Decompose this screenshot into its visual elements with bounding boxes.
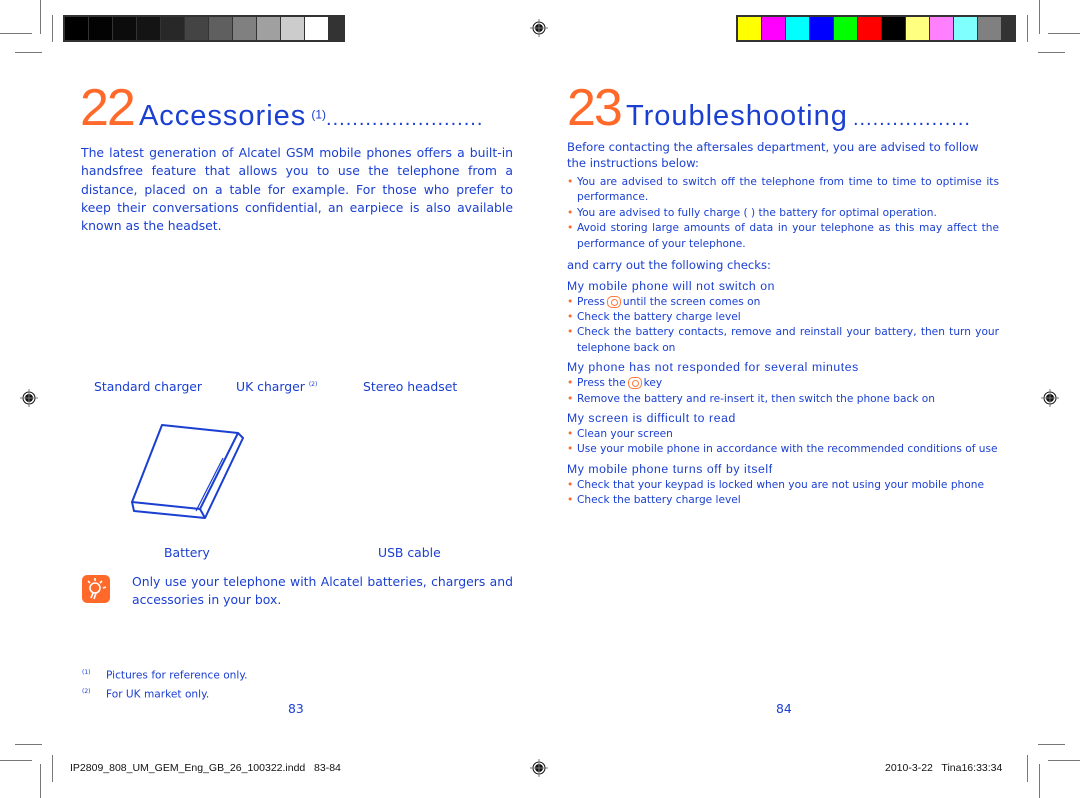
advice-item: You are advised to fully charge ( ) the … (567, 206, 999, 222)
registration-mark-icon (20, 389, 38, 407)
color-swatch (954, 17, 977, 40)
chapter-heading-troubleshooting: 23 Troubleshooting .................. (567, 82, 971, 134)
crop-mark (1038, 744, 1065, 745)
gray-swatch (89, 17, 112, 40)
checks-intro: and carry out the following checks: (567, 258, 771, 273)
check-item: Check the battery charge level (567, 493, 999, 509)
power-key-icon (627, 377, 642, 390)
color-swatch (834, 17, 857, 40)
color-calibration-bar (736, 15, 1016, 42)
crop-mark (1027, 15, 1028, 42)
troubleshooting-section: My screen is difficult to read Clean your… (567, 411, 999, 458)
accessories-intro: The latest generation of Alcatel GSM mob… (81, 145, 513, 234)
crop-mark (52, 755, 53, 782)
registration-mark-icon (530, 759, 548, 777)
crop-mark (15, 744, 42, 745)
gray-swatch (113, 17, 136, 40)
accessory-label-stereo-headset: Stereo headset (363, 379, 458, 394)
troubleshooting-section: My mobile phone will not switch on Pressu… (567, 279, 999, 357)
accessory-label-uk-charger: UK charger (2) (236, 379, 318, 394)
section-title: My phone has not responded for several m… (567, 360, 859, 375)
grayscale-calibration-bar (63, 15, 345, 42)
troubleshooting-section: My mobile phone turns off by itself Check… (567, 462, 999, 509)
crop-mark (15, 52, 42, 53)
footnote: (1) Pictures for reference only. (82, 669, 248, 682)
color-swatch (786, 17, 809, 40)
check-item: Use your mobile phone in accordance with… (567, 442, 999, 458)
gray-swatch (161, 17, 184, 40)
check-item: Check the battery charge level (567, 310, 999, 326)
crop-mark (1038, 52, 1065, 53)
footnotes: (1) Pictures for reference only. (2) For U… (82, 665, 247, 702)
gray-swatch (281, 17, 304, 40)
chapter-footnote-ref: (1) (311, 107, 327, 122)
leader-dots: ........................ (326, 108, 484, 130)
footnote: (2) For UK market only. (82, 687, 210, 701)
color-swatch (978, 17, 1001, 40)
advice-list: You are advised to switch off the teleph… (567, 175, 999, 252)
chapter-number: 22 (80, 79, 136, 137)
crop-mark (1048, 760, 1080, 761)
check-item: Clean your screen (567, 427, 999, 443)
chapter-heading-accessories: 22 Accessories (1)......................… (80, 82, 483, 134)
crop-mark (52, 15, 53, 42)
accessory-label-usb-cable: USB cable (378, 545, 441, 560)
troubleshooting-intro: Before contacting the aftersales departm… (567, 140, 979, 170)
section-title: My mobile phone turns off by itself (567, 461, 773, 476)
crop-mark (40, 764, 41, 798)
slug-filename: IP2809_808_UM_GEM_Eng_GB_26_100322.indd … (70, 762, 341, 774)
battery-illustration (131, 424, 244, 519)
accessory-label-standard-charger: Standard charger (94, 379, 203, 394)
advice-item: You are advised to switch off the teleph… (567, 175, 999, 206)
gray-swatch (185, 17, 208, 40)
leader-dots: .................. (852, 108, 971, 130)
chapter-title: Accessories (138, 100, 307, 132)
color-swatch (906, 17, 929, 40)
accessory-label-battery: Battery (164, 545, 210, 560)
registration-mark-icon (530, 19, 548, 37)
lightbulb-icon (82, 575, 110, 603)
color-swatch (858, 17, 881, 40)
registration-mark-icon (1041, 389, 1059, 407)
check-item: Pressuntil the screen comes on (567, 295, 999, 311)
crop-mark (1027, 755, 1028, 782)
crop-mark (1048, 33, 1080, 34)
check-item: Check that your keypad is locked when yo… (567, 478, 999, 494)
gray-swatch (257, 17, 280, 40)
color-swatch (930, 17, 953, 40)
gray-swatch (137, 17, 160, 40)
advice-item: Avoid storing large amounts of data in y… (567, 221, 999, 252)
power-key-icon (606, 295, 621, 308)
color-swatch (762, 17, 785, 40)
check-item: Remove the battery and re-insert it, the… (567, 392, 999, 408)
color-swatch (738, 17, 761, 40)
gray-swatch (65, 17, 88, 40)
page-number-right: 84 (776, 701, 792, 716)
chapter-title: Troubleshooting (625, 100, 848, 132)
crop-mark (0, 33, 32, 34)
troubleshooting-content: Before contacting the aftersales departm… (567, 140, 999, 513)
troubleshooting-section: My phone has not responded for several m… (567, 360, 999, 407)
section-title: My screen is difficult to read (567, 410, 736, 425)
check-item: Press thekey (567, 376, 999, 392)
gray-swatch (233, 17, 256, 40)
crop-mark (1039, 764, 1040, 798)
troubleshooting-sections: My mobile phone will not switch on Pressu… (567, 279, 999, 509)
accessories-note: Only use your telephone with Alcatel bat… (132, 574, 513, 608)
crop-mark (0, 760, 32, 761)
page-number-left: 83 (288, 701, 304, 716)
color-swatch (810, 17, 833, 40)
gray-swatch (209, 17, 232, 40)
chapter-number: 23 (567, 79, 623, 137)
color-swatch (882, 17, 905, 40)
crop-mark (40, 0, 41, 34)
check-item: Check the battery contacts, remove and r… (567, 325, 999, 356)
section-title: My mobile phone will not switch on (567, 278, 776, 293)
crop-mark (1039, 0, 1040, 34)
gray-swatch (305, 17, 328, 40)
slug-timestamp: 2010-3-22 Tina16:33:34 (885, 762, 1003, 774)
